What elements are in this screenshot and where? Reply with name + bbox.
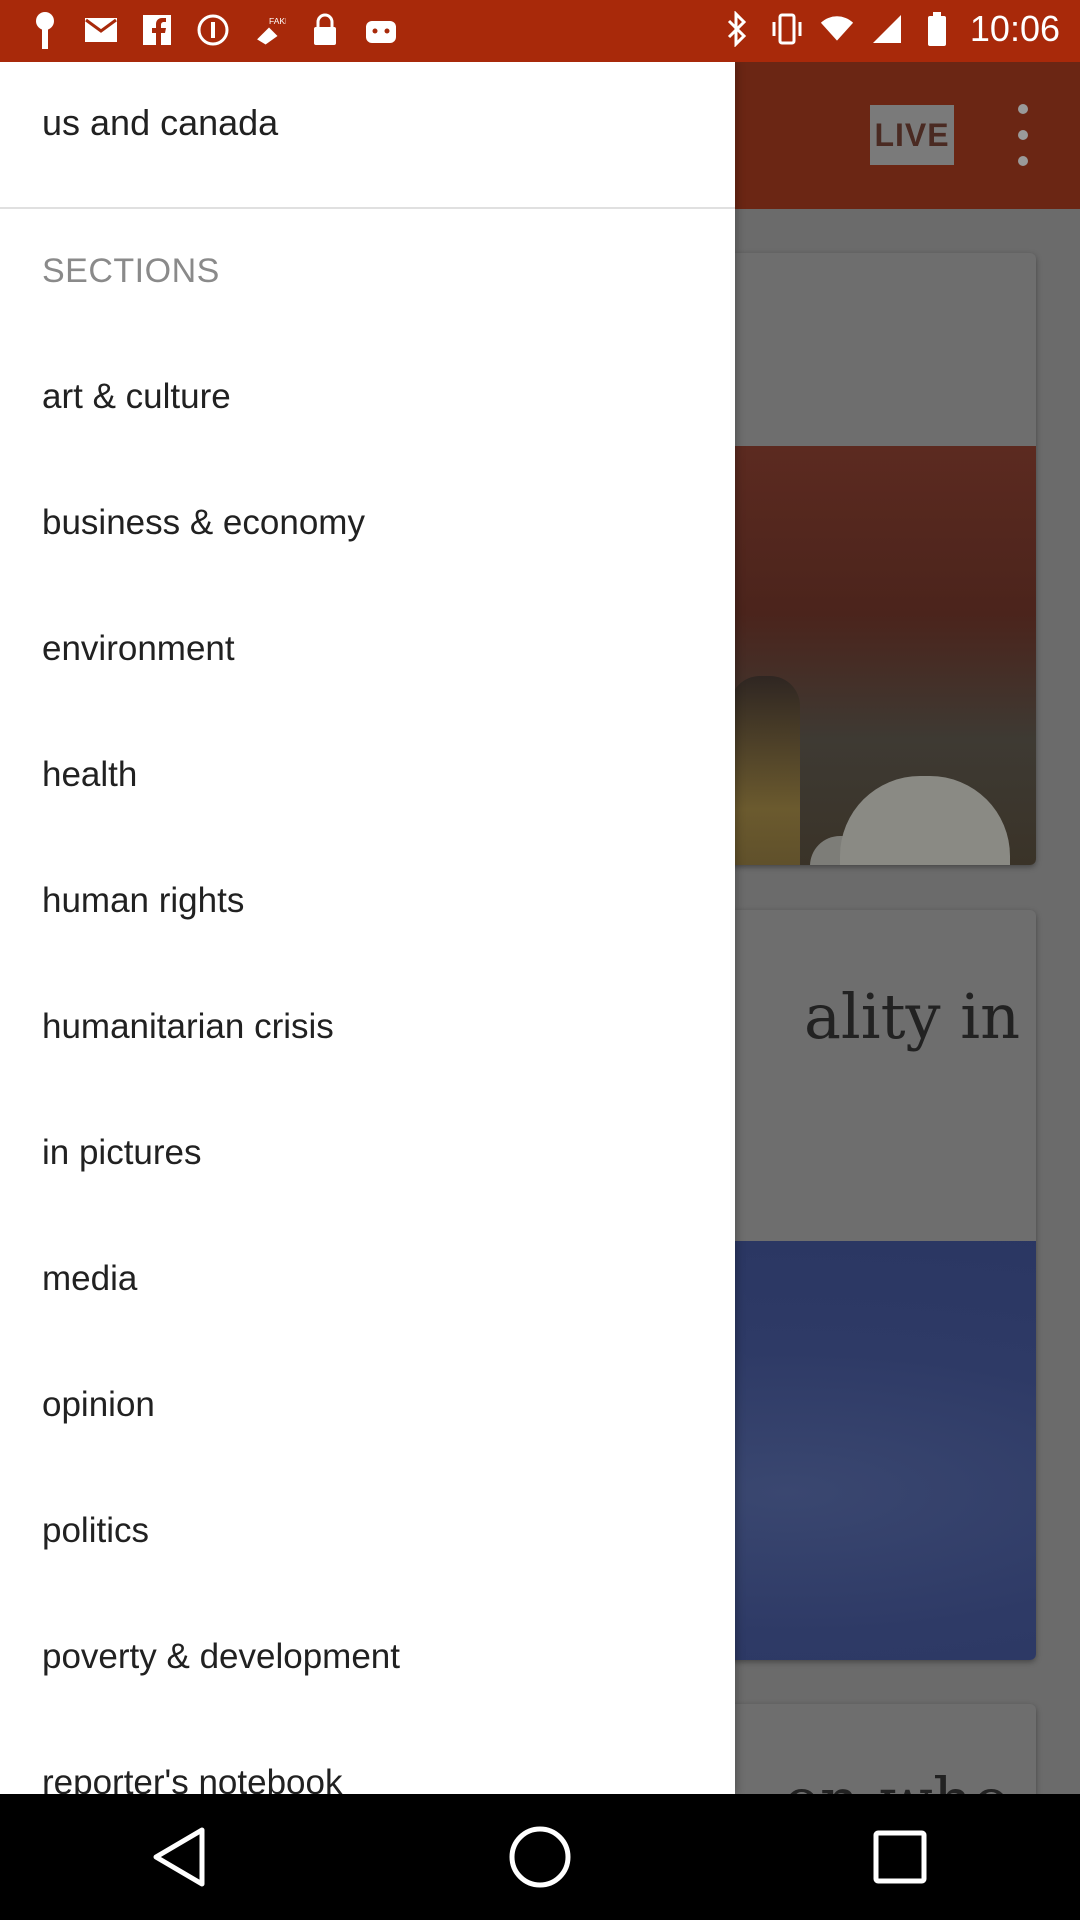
- wifi-icon: [820, 9, 854, 49]
- recents-icon[interactable]: [840, 1812, 960, 1902]
- back-icon[interactable]: [120, 1812, 240, 1902]
- drawer-header[interactable]: us and canada: [0, 62, 735, 209]
- menu-item-reporters-notebook[interactable]: reporter's notebook: [0, 1720, 735, 1794]
- lock-icon: [308, 10, 342, 50]
- facebook-icon: [140, 10, 174, 50]
- sections-heading: SECTIONS: [42, 252, 220, 290]
- vibrate-icon: [770, 9, 804, 49]
- signal-icon: [870, 9, 904, 49]
- region-selector[interactable]: us and canada: [42, 102, 278, 144]
- battery-icon: [920, 9, 954, 49]
- menu-item-media[interactable]: media: [0, 1216, 735, 1342]
- menu-item-art-culture[interactable]: art & culture: [0, 334, 735, 460]
- menu-item-politics[interactable]: politics: [0, 1468, 735, 1594]
- status-time: 10:06: [969, 8, 1060, 49]
- menu-item-humanitarian-crisis[interactable]: humanitarian crisis: [0, 964, 735, 1090]
- navigation-drawer: us and canada SECTIONS art & culture bus…: [0, 62, 735, 1794]
- menu-item-environment[interactable]: environment: [0, 586, 735, 712]
- fake-gps-icon: FAKE: [252, 10, 286, 50]
- live-button[interactable]: LIVE: [870, 105, 954, 165]
- menu-item-business-economy[interactable]: business & economy: [0, 460, 735, 586]
- menu-item-health[interactable]: health: [0, 712, 735, 838]
- home-icon[interactable]: [480, 1812, 600, 1902]
- antenna-icon: [28, 10, 62, 50]
- bluetooth-icon: [720, 9, 754, 49]
- more-vert-icon[interactable]: [1000, 104, 1046, 166]
- sections-list: art & culture business & economy environ…: [0, 334, 735, 1794]
- status-bar: FAKE 10:06: [0, 0, 1080, 62]
- menu-item-human-rights[interactable]: human rights: [0, 838, 735, 964]
- circle-icon: [196, 10, 230, 50]
- system-nav-bar: [0, 1794, 1080, 1920]
- menu-item-opinion[interactable]: opinion: [0, 1342, 735, 1468]
- android-icon: [364, 10, 398, 50]
- menu-item-poverty-development[interactable]: poverty & development: [0, 1594, 735, 1720]
- mail-icon: [84, 10, 118, 50]
- menu-item-in-pictures[interactable]: in pictures: [0, 1090, 735, 1216]
- svg-text:FAKE: FAKE: [269, 16, 286, 26]
